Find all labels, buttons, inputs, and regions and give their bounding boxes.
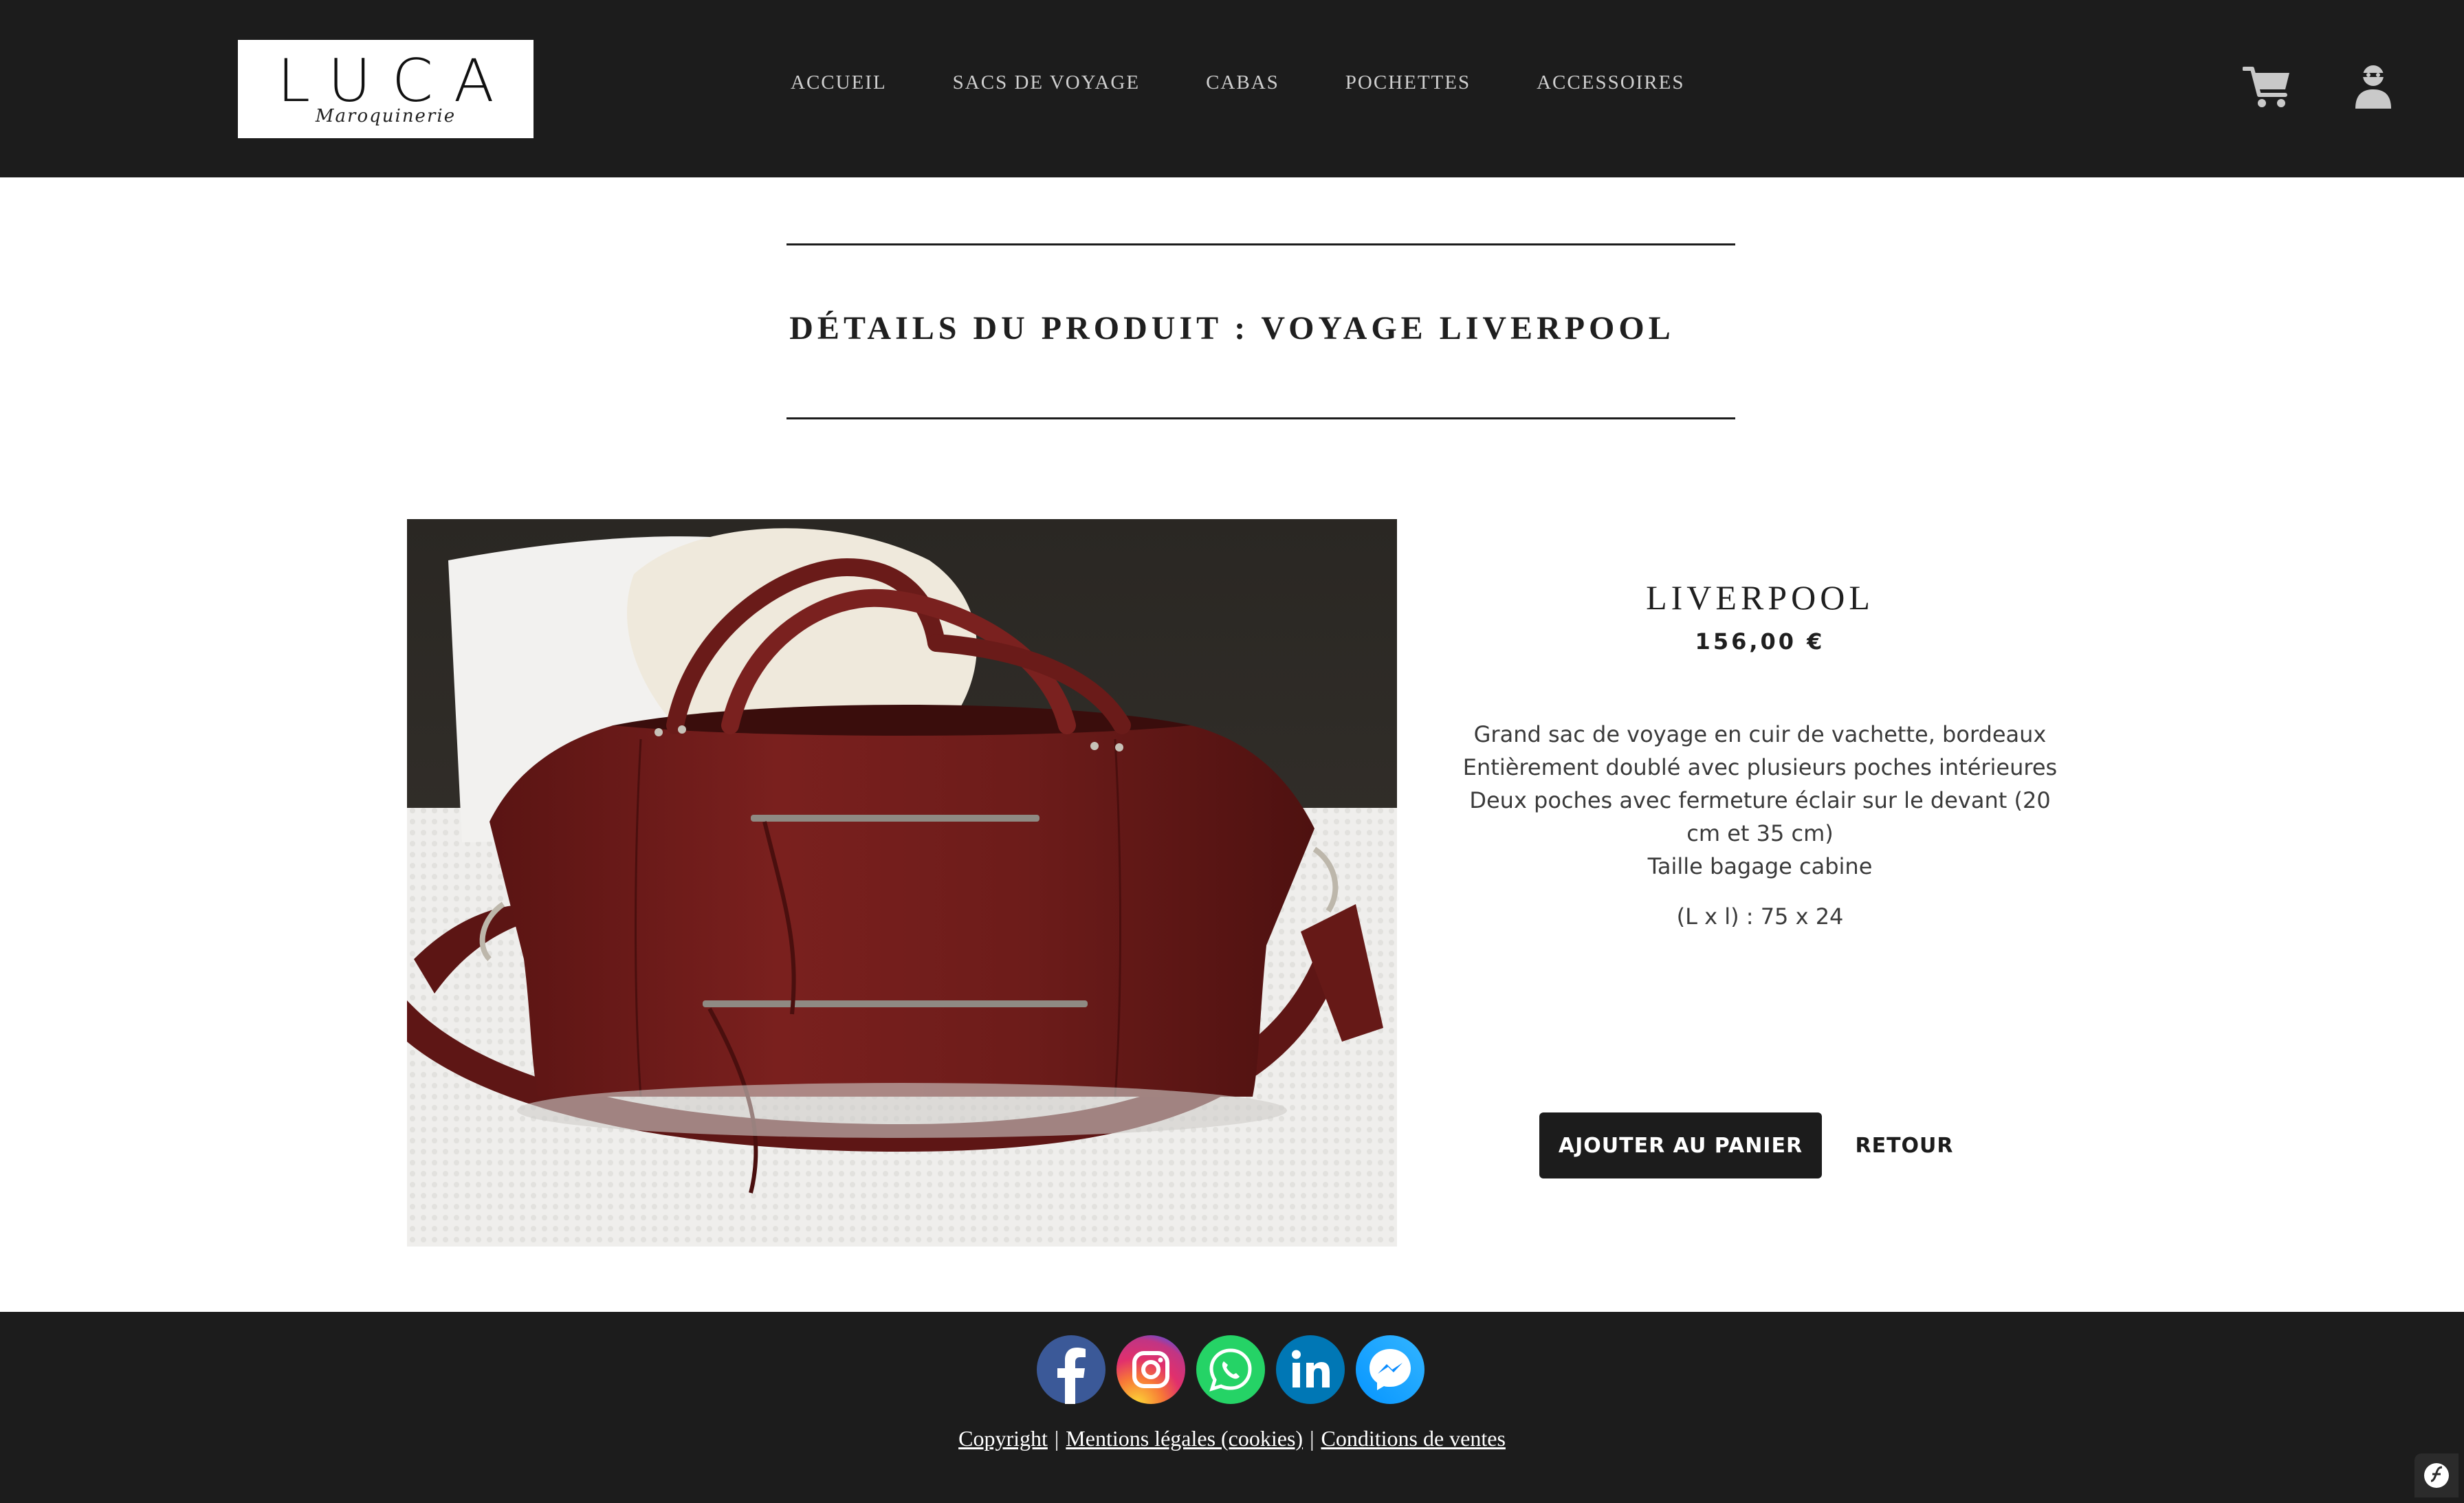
nav-item-cabas[interactable]: Cabas — [1206, 72, 1279, 106]
description-line: Taille bagage cabine — [1647, 853, 1873, 879]
social-links — [1037, 1335, 1424, 1404]
add-to-cart-button[interactable]: AJOUTER AU PANIER — [1539, 1112, 1822, 1178]
main-nav: Accueil Sacs de voyage Cabas Pochettes A… — [791, 72, 1751, 106]
copyright-link[interactable]: Copyright — [958, 1426, 1048, 1451]
description-line: Deux poches avec fermeture éclair sur le… — [1469, 787, 2051, 846]
shopping-cart-icon[interactable] — [2243, 65, 2292, 109]
nav-item-sacs-de-voyage[interactable]: Sacs de voyage — [953, 72, 1140, 106]
product-image[interactable] — [407, 519, 1397, 1247]
nav-item-accessoires[interactable]: Accessoires — [1537, 72, 1684, 106]
instagram-icon[interactable] — [1116, 1335, 1185, 1404]
nav-item-accueil[interactable]: Accueil — [791, 72, 887, 106]
page-title: DÉTAILS DU PRODUIT : VOYAGE LIVERPOOL — [789, 310, 1675, 347]
nav-item-pochettes[interactable]: Pochettes — [1345, 72, 1471, 106]
legal-notice-link[interactable]: Mentions légales (cookies) — [1066, 1426, 1303, 1451]
product-description: Grand sac de voyage en cuir de vachette,… — [1458, 718, 2062, 883]
link-separator: | — [1054, 1426, 1059, 1451]
description-line: Grand sac de voyage en cuir de vachette,… — [1473, 721, 2047, 747]
whatsapp-icon[interactable] — [1196, 1335, 1265, 1404]
link-separator: | — [1310, 1426, 1314, 1451]
logo-tagline: Maroquinerie — [315, 106, 456, 127]
site-header: LUCA Maroquinerie Accueil Sacs de voyage… — [0, 0, 2464, 177]
product-info: LIVERPOOL 156,00 € Grand sac de voyage e… — [1458, 578, 2062, 930]
site-footer: Copyright | Mentions légales (cookies) | Con… — [0, 1312, 2464, 1503]
linkedin-icon[interactable] — [1276, 1335, 1345, 1404]
terms-of-sale-link[interactable]: Conditions de ventes — [1321, 1426, 1505, 1451]
description-line: Entièrement doublé avec plusieurs poches… — [1462, 754, 2058, 780]
product-price: 156,00 € — [1695, 628, 1825, 655]
user-icon[interactable] — [2353, 62, 2394, 109]
facebook-icon[interactable] — [1037, 1335, 1106, 1404]
back-button[interactable]: RETOUR — [1849, 1112, 1959, 1178]
legal-links: Copyright | Mentions légales (cookies) | Con… — [0, 1426, 2464, 1451]
logo-wordmark: LUCA — [277, 47, 515, 116]
product-dimensions: (L x l) : 75 x 24 — [1676, 903, 1844, 930]
title-divider-bottom — [786, 417, 1735, 419]
messenger-icon[interactable] — [1356, 1335, 1424, 1404]
site-logo[interactable]: LUCA Maroquinerie — [238, 40, 534, 138]
product-name: LIVERPOOL — [1646, 578, 1874, 617]
symfony-toolbar-icon[interactable] — [2414, 1453, 2458, 1497]
title-divider-top — [786, 243, 1735, 245]
